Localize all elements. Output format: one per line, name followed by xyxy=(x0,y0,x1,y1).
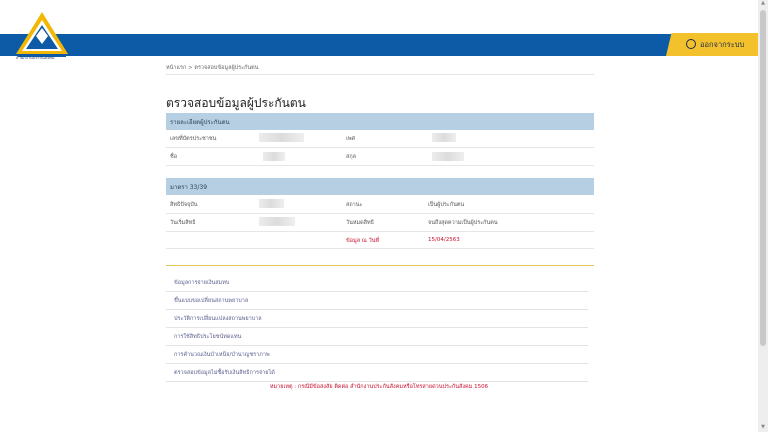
redacted-effective-date xyxy=(259,217,295,226)
gender-label: เพศ xyxy=(346,136,355,142)
footer-note: หมายเหตุ : กรณีมีข้อสงสัย ติดต่อ สำนักงา… xyxy=(269,384,489,390)
data-as-of-label: ข้อมูล ณ วันที่ xyxy=(346,238,380,244)
link-hospital-change-form[interactable]: ขึ้นแบบขอเปลี่ยนสถานพยาบาล xyxy=(174,297,248,305)
power-icon[interactable] xyxy=(686,39,696,49)
redacted-gender xyxy=(432,133,456,142)
logout-label[interactable]: ออกจากระบบ xyxy=(700,39,744,51)
info-row: ข้อมูล ณ วันที่ 15/04/2563 xyxy=(166,232,594,249)
redacted-rights xyxy=(259,199,284,208)
info-row: สิทธิปัจจุบัน สถานะ เป็นผู้ประกันตน xyxy=(166,196,594,214)
rights-label: สิทธิปัจจุบัน xyxy=(170,202,198,208)
info-row: ชื่อ สกุล xyxy=(166,148,594,166)
expiry-label: วันหมดสิทธิ xyxy=(346,220,375,226)
org-name: สำนักงานประกันสังคม xyxy=(16,55,55,60)
data-as-of-value: 15/04/2563 xyxy=(428,237,460,243)
list-item[interactable]: ตรวจสอบข้อมูลไม่ซื้อรับเงินสิทธิการจ่ายไ… xyxy=(166,364,588,382)
insured-section-header: รายละเอียดผู้ประกันตน xyxy=(166,113,594,130)
divider xyxy=(166,265,594,266)
page-title: ตรวจสอบข้อมูลผู้ประกันตน xyxy=(166,96,306,110)
breadcrumb[interactable]: หน้าแรก > ตรวจสอบข้อมูลผู้ประกันตน xyxy=(166,64,259,72)
redacted-name xyxy=(263,152,285,161)
effective-label: วันเริ่มสิทธิ xyxy=(170,220,196,226)
top-band xyxy=(0,0,758,34)
link-contribution[interactable]: ข้อมูลการจ่ายเงินสมทบ xyxy=(174,279,229,287)
article-section-header: มาตรา 33/39 xyxy=(166,178,594,195)
link-hospital-history[interactable]: ประวัติการเปลี่ยนแปลงสถานพยาบาล xyxy=(174,315,262,323)
id-label: เลขที่บัตรประชาชน xyxy=(170,136,217,142)
redacted-surname xyxy=(432,152,464,161)
list-item[interactable]: ประวัติการเปลี่ยนแปลงสถานพยาบาล xyxy=(166,310,588,328)
scrollbar-thumb[interactable] xyxy=(760,10,766,346)
info-row: วันเริ่มสิทธิ วันหมดสิทธิ จนถึงสุดความเป… xyxy=(166,214,594,232)
list-item[interactable]: ข้อมูลการจ่ายเงินสมทบ xyxy=(166,274,588,292)
info-row: เลขที่บัตรประชาชน เพศ xyxy=(166,130,594,148)
scroll-up-arrow-icon[interactable]: ▲ xyxy=(759,0,767,8)
section-title: มาตรา 33/39 xyxy=(170,184,208,191)
expiry-value: จนถึงสุดความเป็นผู้ประกันตน xyxy=(428,220,498,226)
link-pension-calc[interactable]: การคำนวณเงินบำเหน็จ/บำนาญชราภาพ xyxy=(174,351,270,359)
section-title: รายละเอียดผู้ประกันตน xyxy=(170,119,230,126)
scroll-down-arrow-icon[interactable]: ▼ xyxy=(759,424,767,432)
list-item[interactable]: การคำนวณเงินบำเหน็จ/บำนาญชราภาพ xyxy=(166,346,588,364)
name-label: ชื่อ xyxy=(170,154,178,160)
link-payment-check[interactable]: ตรวจสอบข้อมูลไม่ซื้อรับเงินสิทธิการจ่ายไ… xyxy=(174,369,275,377)
link-benefits[interactable]: การใช้สิทธิประโยชน์ทดแทน xyxy=(174,333,241,341)
header-bar xyxy=(0,34,758,56)
list-item[interactable]: ขึ้นแบบขอเปลี่ยนสถานพยาบาล xyxy=(166,292,588,310)
surname-label: สกุล xyxy=(346,154,357,160)
redacted-id xyxy=(259,133,304,142)
status-label: สถานะ xyxy=(346,202,363,208)
list-item[interactable]: การใช้สิทธิประโยชน์ทดแทน xyxy=(166,328,588,346)
divider xyxy=(166,74,594,75)
service-links: ข้อมูลการจ่ายเงินสมทบ ขึ้นแบบขอเปลี่ยนสถ… xyxy=(166,274,588,382)
status-value: เป็นผู้ประกันตน xyxy=(428,202,465,208)
